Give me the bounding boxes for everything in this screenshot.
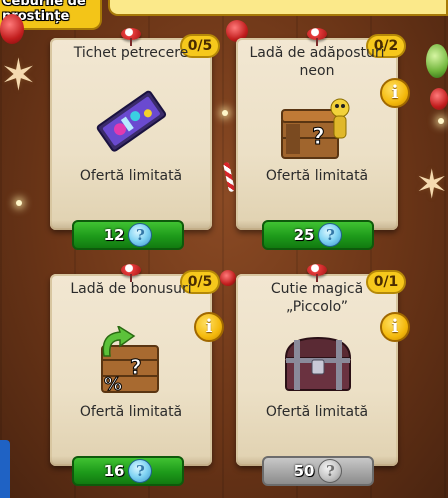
price-value: 16 <box>103 462 125 480</box>
bonus-chest-icon: % ? <box>101 326 159 396</box>
shop-card-bonus-chest[interactable]: 0/5 i Ladă de bonusuri % ? Ofertă limita… <box>50 264 224 466</box>
magic-box-icon <box>284 336 352 391</box>
info-button[interactable]: i <box>380 312 410 342</box>
limited-offer-label: Ofertă limitată <box>79 404 183 420</box>
pin-icon <box>307 264 327 282</box>
buy-button-party-ticket[interactable]: 12 ? <box>72 220 184 250</box>
buy-button-neon-shelter-chest[interactable]: 25 ? <box>262 220 374 250</box>
pin-icon <box>307 28 327 46</box>
shop-card-magic-box[interactable]: 0/1 i Cutie magică „Piccolo” Ofertă limi… <box>236 264 410 466</box>
side-panel-edge <box>0 440 10 498</box>
item-title: Tichet petrecere <box>73 45 189 61</box>
shop-card-neon-shelter-chest[interactable]: 0/2 i Ladă de adăposturi neon ? Ofertă l… <box>236 28 410 230</box>
star-ornament-icon: ✶ <box>0 50 37 101</box>
star-ornament-icon: ✶ <box>415 162 448 208</box>
buy-button-magic-box[interactable]: 50 ? <box>262 456 374 486</box>
light-icon <box>438 118 444 124</box>
pin-icon <box>121 264 141 282</box>
limited-offer-label: Ofertă limitată <box>265 168 369 184</box>
price-value: 12 <box>103 226 125 244</box>
limited-offer-label: Ofertă limitată <box>79 168 183 184</box>
light-icon <box>16 200 22 206</box>
svg-text:?: ? <box>312 125 325 150</box>
item-title: Ladă de adăposturi neon <box>249 45 385 79</box>
buy-button-bonus-chest[interactable]: 16 ? <box>72 456 184 486</box>
red-ornament <box>220 270 236 286</box>
party-ticket-icon <box>96 90 167 152</box>
crystal-coin-icon: ? <box>128 459 153 483</box>
limited-offer-label: Ofertă limitată <box>265 404 369 420</box>
crystal-coin-icon: ? <box>318 223 343 247</box>
crystal-coin-icon: ? <box>318 459 343 483</box>
shop-card-party-ticket[interactable]: 0/5 Tichet petrecere Ofertă limitată <box>50 28 220 230</box>
info-button[interactable]: i <box>194 312 224 342</box>
price-value: 25 <box>293 226 315 244</box>
price-value: 50 <box>293 462 315 480</box>
crystal-coin-icon: ? <box>128 223 153 247</box>
light-icon <box>222 110 228 116</box>
info-button[interactable]: i <box>380 78 410 108</box>
pin-icon <box>121 28 141 46</box>
red-ornament <box>430 88 448 110</box>
candy-cane-icon <box>222 161 236 193</box>
green-ornament <box>426 44 448 78</box>
neon-shelter-chest-icon: ? <box>281 98 350 159</box>
item-title: Cutie magică „Piccolo” <box>270 281 364 315</box>
svg-text:?: ? <box>130 355 142 379</box>
item-title: Ladă de bonusuri <box>70 281 192 297</box>
red-ornament <box>0 14 24 44</box>
svg-text:%: % <box>104 374 122 395</box>
top-bar <box>108 0 448 16</box>
